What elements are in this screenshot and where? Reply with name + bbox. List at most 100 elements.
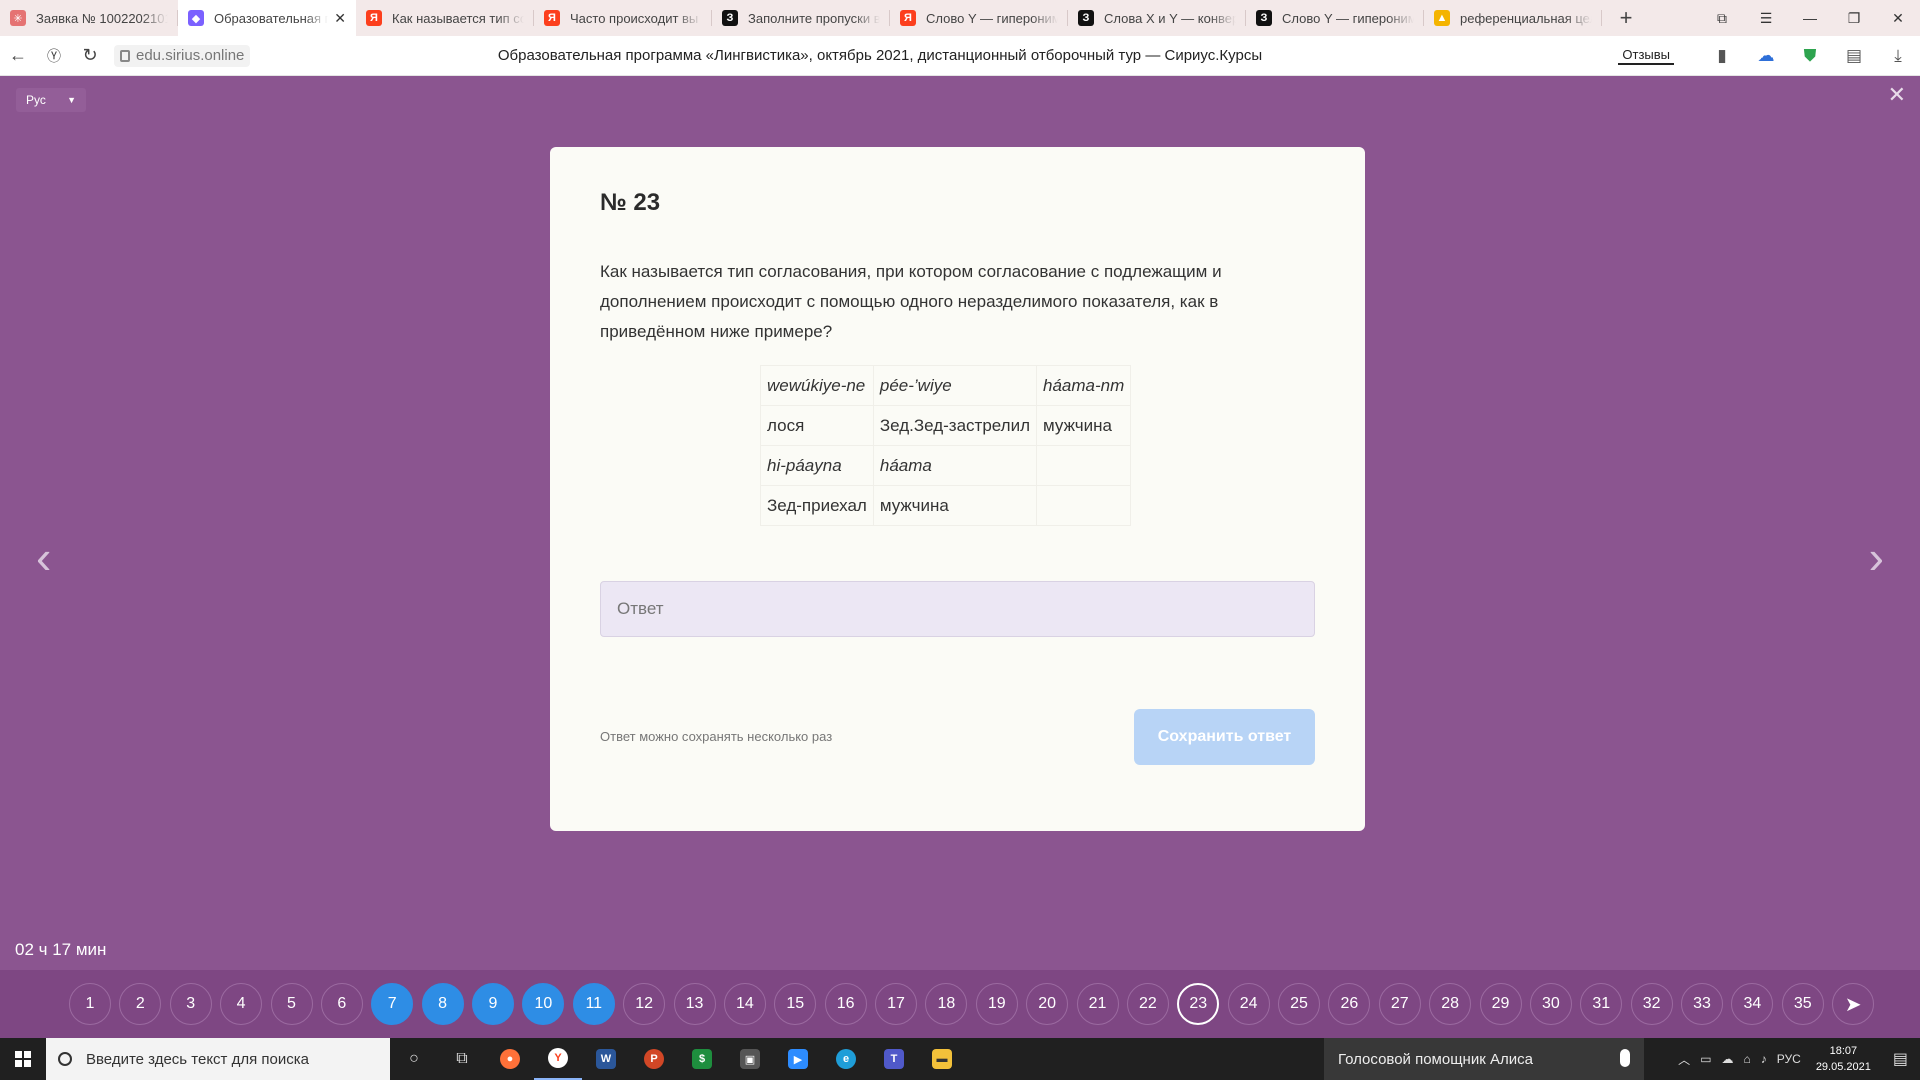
question-8-button[interactable]: 8 (421, 983, 464, 1025)
send-icon[interactable]: ➤ (1832, 983, 1875, 1025)
gloss-cell: pée-’wiye (872, 365, 1038, 406)
tab-separator (1601, 10, 1602, 26)
question-28-button[interactable]: 28 (1429, 983, 1472, 1025)
browser-tab[interactable]: Я Слово Y — гипероним (890, 0, 1068, 36)
task-view-icon[interactable]: ⧉ (438, 1038, 486, 1080)
question-20-button[interactable]: 20 (1026, 983, 1069, 1025)
powerpoint-icon[interactable]: P (630, 1038, 678, 1080)
show-hidden-icons-icon[interactable]: ︿ (1673, 1051, 1695, 1068)
taskbar-search-input[interactable]: Введите здесь текст для поиска (46, 1038, 390, 1080)
tab-collections-icon[interactable]: ⧉ (1700, 0, 1744, 36)
money-app-icon[interactable]: $ (678, 1038, 726, 1080)
question-33-button[interactable]: 33 (1681, 983, 1723, 1025)
next-question-arrow[interactable]: › (1869, 530, 1884, 584)
question-7-button[interactable]: 7 (371, 983, 414, 1025)
url-field[interactable]: edu.sirius.online (114, 44, 251, 67)
question-3-button[interactable]: 3 (169, 983, 212, 1025)
question-1-button[interactable]: 1 (69, 983, 111, 1025)
close-icon[interactable]: ✕ (1888, 82, 1906, 108)
browser-tab[interactable]: З Слова X и Y — конвер (1068, 0, 1246, 36)
question-30-button[interactable]: 30 (1529, 983, 1572, 1025)
yandex-home-icon[interactable]: Ⓨ (36, 36, 72, 76)
gloss-row: лося Зед.Зед-застрелил мужчина (760, 405, 1132, 446)
question-21-button[interactable]: 21 (1076, 983, 1119, 1025)
tab-close-icon[interactable]: ✕ (334, 10, 346, 27)
question-2-button[interactable]: 2 (119, 983, 162, 1025)
question-35-button[interactable]: 35 (1781, 983, 1824, 1025)
zoom-icon[interactable]: ▶ (774, 1038, 822, 1080)
language-select[interactable]: Рус ▼ (16, 88, 86, 112)
teams-icon[interactable]: T (870, 1038, 918, 1080)
browser-tab[interactable]: З Слово Y — гипероним (1246, 0, 1424, 36)
browser-tab[interactable]: З Заполните пропуски в (712, 0, 890, 36)
firefox-icon[interactable]: ● (486, 1038, 534, 1080)
browser-tab[interactable]: ◆ Образовательная п ✕ (178, 0, 356, 36)
file-explorer-icon[interactable]: ▬ (918, 1038, 966, 1080)
taskbar-search-placeholder: Введите здесь текст для поиска (86, 1050, 309, 1068)
device-icon[interactable]: ▭ (1695, 1052, 1716, 1066)
edge-icon[interactable]: e (822, 1038, 870, 1080)
question-11-button[interactable]: 11 (572, 983, 615, 1025)
window-close-icon[interactable]: ✕ (1876, 0, 1920, 36)
yandex-browser-icon[interactable]: Y (534, 1038, 582, 1080)
protect-shield-icon[interactable]: ⛊ (1788, 36, 1832, 76)
menu-icon[interactable]: ☰ (1744, 0, 1788, 36)
minimize-icon[interactable]: — (1788, 0, 1832, 36)
download-icon[interactable]: ⤓ (1876, 36, 1920, 76)
windows-start-icon[interactable] (0, 1038, 46, 1080)
address-bar-actions: Отзывы ▮ ☁ ⛊ ▤ ⤓ (1618, 36, 1920, 76)
tab-title: Слова X и Y — конвер (1104, 10, 1236, 26)
question-13-button[interactable]: 13 (673, 983, 716, 1025)
browser-tab[interactable]: ✳ Заявка № 1002202101 (0, 0, 178, 36)
question-24-button[interactable]: 24 (1227, 983, 1270, 1025)
cloud-icon[interactable]: ☁ (1744, 36, 1788, 76)
back-icon[interactable]: ← (0, 36, 36, 76)
question-5-button[interactable]: 5 (270, 983, 313, 1025)
alisa-assistant[interactable]: Голосовой помощник Алиса (1324, 1038, 1644, 1080)
question-19-button[interactable]: 19 (975, 983, 1018, 1025)
gloss-cell (1035, 485, 1132, 526)
clock[interactable]: 18:07 29.05.2021 (1806, 1043, 1881, 1075)
cortana-icon[interactable]: ○ (390, 1038, 438, 1080)
question-25-button[interactable]: 25 (1278, 983, 1320, 1025)
question-12-button[interactable]: 12 (623, 983, 666, 1025)
answer-input[interactable]: Ответ (600, 581, 1315, 637)
word-icon[interactable]: W (582, 1038, 630, 1080)
question-16-button[interactable]: 16 (824, 983, 867, 1025)
save-answer-button[interactable]: Сохранить ответ (1134, 709, 1315, 765)
question-32-button[interactable]: 32 (1630, 983, 1673, 1025)
restore-icon[interactable]: ❐ (1832, 0, 1876, 36)
volume-icon[interactable]: ♪ (1756, 1052, 1772, 1066)
browser-tab[interactable]: ▲ референциальная цел (1424, 0, 1602, 36)
sirius-icon: ✳ (10, 10, 26, 26)
question-14-button[interactable]: 14 (723, 983, 766, 1025)
question-27-button[interactable]: 27 (1378, 983, 1421, 1025)
browser-tab[interactable]: Я Часто происходит вы (534, 0, 712, 36)
bookmark-icon[interactable]: ▮ (1700, 36, 1744, 76)
reload-icon[interactable]: ↻ (72, 36, 108, 76)
browser-tab[interactable]: Я Как называется тип со (356, 0, 534, 36)
previous-question-arrow[interactable]: ‹ (36, 530, 51, 584)
collections-icon[interactable]: ▤ (1832, 36, 1876, 76)
network-icon[interactable]: ⌂ (1739, 1052, 1756, 1066)
question-17-button[interactable]: 17 (875, 983, 917, 1025)
notifications-icon[interactable]: ▤ (1881, 1049, 1920, 1069)
question-26-button[interactable]: 26 (1328, 983, 1371, 1025)
store-icon[interactable]: ▣ (726, 1038, 774, 1080)
input-language[interactable]: РУС (1772, 1052, 1806, 1066)
question-23-button[interactable]: 23 (1177, 983, 1220, 1025)
reviews-button[interactable]: Отзывы (1618, 47, 1674, 65)
question-9-button[interactable]: 9 (472, 983, 514, 1025)
question-6-button[interactable]: 6 (320, 983, 363, 1025)
onedrive-icon[interactable]: ☁ (1717, 1052, 1739, 1066)
question-4-button[interactable]: 4 (220, 983, 263, 1025)
question-31-button[interactable]: 31 (1580, 983, 1623, 1025)
question-29-button[interactable]: 29 (1479, 983, 1522, 1025)
question-18-button[interactable]: 18 (925, 983, 968, 1025)
question-22-button[interactable]: 22 (1126, 983, 1169, 1025)
question-10-button[interactable]: 10 (522, 983, 565, 1025)
question-34-button[interactable]: 34 (1731, 983, 1774, 1025)
yandex-icon: Я (544, 10, 560, 26)
new-tab-button[interactable]: + (1608, 0, 1644, 36)
question-15-button[interactable]: 15 (774, 983, 817, 1025)
